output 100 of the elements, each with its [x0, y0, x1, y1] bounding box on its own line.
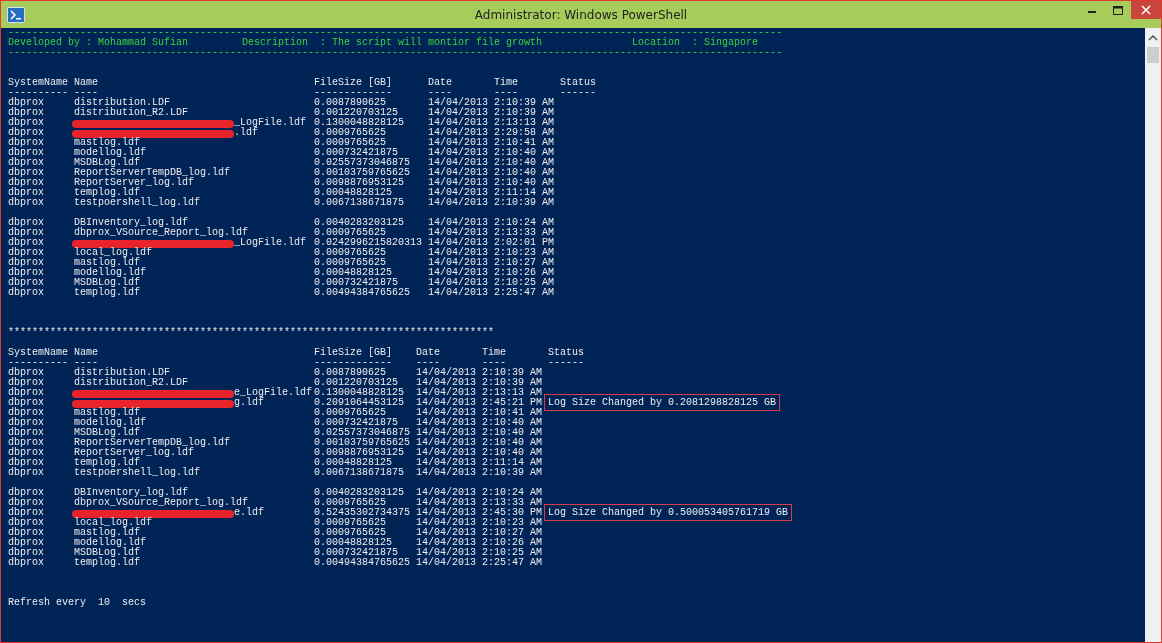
table-cell-text: 0.0009765625	[314, 498, 388, 508]
table-cell: ReportServerTempDB_log.ldf	[74, 168, 231, 178]
table-cell-text: 14/04/2013	[428, 118, 490, 128]
table-cell-text: 14/04/2013	[416, 378, 478, 388]
table-cell-text: 14/04/2013	[416, 418, 478, 428]
table-cell-text: 14/04/2013	[416, 558, 478, 568]
table-cell-text: 2:25:47 AM	[482, 558, 544, 568]
table-cell-text: 0.0009765625	[314, 248, 388, 258]
table-cell-text: 2:10:26 AM	[482, 538, 544, 548]
table-cell: modellog.ldf	[74, 268, 146, 278]
table-cell-text: 0.00494384765625	[314, 288, 412, 298]
column-header: SystemName	[8, 348, 69, 358]
table-cell-text: dbprox	[8, 428, 45, 438]
table-cell-text: 0.1300048828125	[314, 388, 406, 398]
table-cell-text: 2:10:40 AM	[482, 428, 544, 438]
table-cell-text: dbprox	[8, 178, 45, 188]
table-cell-text: 2:10:41 AM	[494, 138, 556, 148]
banner-text: Description : The script will montior file growth	[242, 38, 544, 48]
table-cell-text: 0.00048828125	[314, 458, 394, 468]
header-underline: ----------	[8, 88, 69, 98]
header-underline: -------------	[314, 88, 394, 98]
table-cell-text: 2:10:40 AM	[482, 418, 544, 428]
table-cell: mastlog.ldf	[74, 138, 140, 148]
table-cell-text: 2:02:01 PM	[494, 238, 556, 248]
table-cell: e.ldf	[234, 508, 265, 518]
table-cell-text: 2:10:39 AM	[494, 108, 556, 118]
column-header: Name	[74, 348, 99, 358]
table-cell-text: 14/04/2013	[416, 498, 478, 508]
table-cell-text: 14/04/2013	[428, 218, 490, 228]
table-cell-text: dbprox	[8, 98, 45, 108]
table-cell-text: 14/04/2013	[428, 128, 490, 138]
table-cell-text: dbprox	[8, 438, 45, 448]
table-cell-text: 2:13:13 AM	[494, 118, 556, 128]
table-cell-text: 0.0098876953125	[314, 178, 406, 188]
scrollbar[interactable]	[1145, 28, 1161, 642]
table-cell: MSDBLog.ldf	[74, 548, 140, 558]
table-cell-text: 14/04/2013	[428, 288, 490, 298]
table-cell-text: 0.0040283203125	[314, 488, 406, 498]
header-underline: ------	[548, 358, 586, 368]
scroll-up-icon[interactable]	[1148, 34, 1158, 41]
table-cell: MSDBLog.ldf	[74, 428, 140, 438]
table-cell-text: 14/04/2013	[416, 508, 478, 518]
scroll-thumb[interactable]	[1147, 47, 1159, 63]
table-cell-text: dbprox	[8, 388, 45, 398]
table-cell-text: 0.02557373046875	[314, 428, 412, 438]
status-message: Log Size Changed by 0.2081298828125 GB	[544, 394, 781, 411]
table-cell-text: 0.0067138671875	[314, 468, 406, 478]
table-cell-text: 0.0242996215820313	[314, 238, 424, 248]
table-cell: testpoershell_log.ldf	[74, 468, 201, 478]
window-title: Administrator: Windows PowerShell	[474, 8, 688, 22]
table-cell: modellog.ldf	[74, 538, 146, 548]
column-header: FileSize [GB]	[314, 348, 394, 358]
table-cell-text: 0.00103759765625	[314, 168, 412, 178]
close-icon	[1141, 5, 1151, 15]
header-underline: ----	[494, 88, 520, 98]
table-cell: distribution_R2.LDF	[74, 378, 189, 388]
table-cell-text: 14/04/2013	[416, 538, 478, 548]
table-cell-text: dbprox	[8, 188, 45, 198]
table-cell-text: 14/04/2013	[416, 518, 478, 528]
table-cell-text: 14/04/2013	[416, 458, 478, 468]
table-cell: MSDBLog.ldf	[74, 158, 140, 168]
table-cell-text: 2:10:25 AM	[482, 548, 544, 558]
table-cell: _LogFile.ldf	[234, 238, 307, 248]
table-cell: mastlog.ldf	[74, 408, 140, 418]
table-cell-text: 2:10:39 AM	[482, 378, 544, 388]
table-cell-text: 14/04/2013	[428, 258, 490, 268]
table-cell: ReportServer_log.ldf	[74, 448, 195, 458]
header-underline: ----	[74, 88, 98, 98]
table-cell-text: 0.000732421875	[314, 278, 400, 288]
close-button[interactable]	[1131, 1, 1161, 19]
table-cell-text: dbprox	[8, 158, 45, 168]
table-cell-text: 0.0087890625	[314, 368, 388, 378]
column-header: Time	[482, 348, 508, 358]
table-cell: mastlog.ldf	[74, 528, 140, 538]
table-cell-text: 2:10:25 AM	[494, 278, 556, 288]
table-cell-text: dbprox	[8, 138, 45, 148]
table-cell-text: 14/04/2013	[428, 198, 490, 208]
table-cell-text: 0.0067138671875	[314, 198, 406, 208]
table-cell-text: dbprox	[8, 278, 45, 288]
table-cell-text: 0.0009765625	[314, 228, 388, 238]
column-header: Time	[494, 78, 520, 88]
table-cell-text: 2:10:40 AM	[482, 438, 544, 448]
table-cell-text: 2:10:24 AM	[482, 488, 544, 498]
table-cell-text: dbprox	[8, 528, 45, 538]
table-cell-text: 2:13:33 AM	[482, 498, 544, 508]
table-cell: DBInventory_log.ldf	[74, 218, 189, 228]
banner-text: Location : Singapore	[632, 38, 759, 48]
dashed-rule: ---------------------------------------------------------------------------------------------------------------------------------	[8, 28, 784, 38]
table-cell-text: 14/04/2013	[428, 158, 490, 168]
status-message: Log Size Changed by 0.500053405761719 GB	[544, 504, 793, 521]
column-header: FileSize [GB]	[314, 78, 394, 88]
table-cell-text: dbprox	[8, 258, 45, 268]
table-cell-text: 14/04/2013	[416, 398, 478, 408]
table-cell-text: 2:45:30 PM	[482, 508, 544, 518]
table-cell: distribution_R2.LDF	[74, 108, 189, 118]
table-cell-text: dbprox	[8, 268, 45, 278]
asterisk-separator: *********************************************************************************	[8, 328, 496, 338]
header-underline: ------	[560, 88, 598, 98]
table-cell-text: 2:29:58 AM	[494, 128, 556, 138]
table-cell-text: 2:10:40 AM	[482, 448, 544, 458]
